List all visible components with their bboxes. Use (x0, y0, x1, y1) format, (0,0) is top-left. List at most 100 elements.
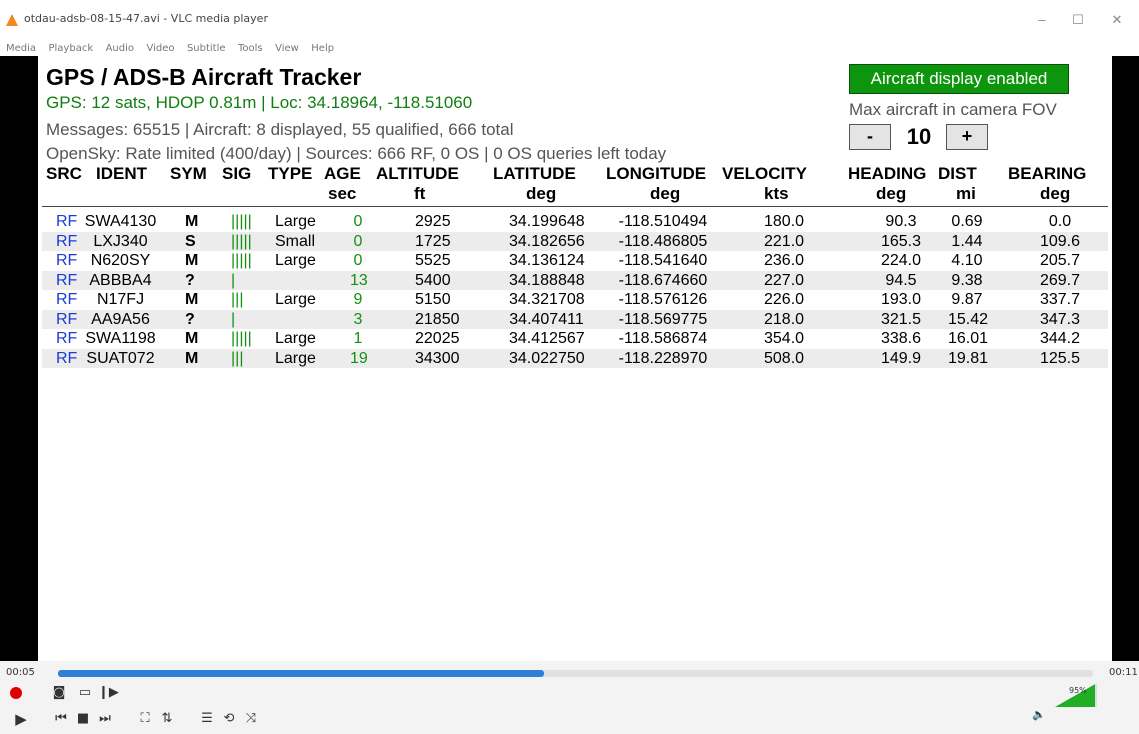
video-frame: GPS / ADS-B Aircraft Tracker GPS: 12 sat… (38, 56, 1112, 661)
loop-icon[interactable]: ⟲ (220, 710, 238, 728)
cell-src: RF (56, 349, 78, 367)
header-src: SRC (46, 164, 82, 183)
opensky-status: OpenSky: Rate limited (400/day) | Source… (46, 144, 667, 163)
cell-longitude: -118.541640 (618, 252, 708, 269)
cell-velocity: 227.0 (764, 271, 805, 289)
cell-sym: ? (185, 310, 195, 328)
minimize-button[interactable]: – (1030, 10, 1054, 30)
fullscreen-icon[interactable]: ⛶ (136, 710, 154, 728)
cell-sym: M (185, 252, 199, 269)
cell-ident: AA9A56 (91, 310, 150, 328)
snapshot-icon[interactable]: ◙ (50, 684, 68, 702)
cell-age: 19 (350, 349, 368, 367)
cell-dist: 15.42 (948, 310, 989, 328)
cell-sig: | (231, 310, 236, 328)
playlist-icon[interactable]: ☰ (198, 710, 216, 728)
messages-status: Messages: 65515 | Aircraft: 8 displayed,… (46, 120, 514, 139)
cell-bearing: 125.5 (1039, 349, 1081, 367)
cell-age: 3 (353, 310, 363, 328)
total-time: 00:11 (1109, 667, 1138, 678)
cell-latitude: 34.321708 (509, 291, 585, 308)
cell-src: RF (56, 252, 78, 269)
cell-dist: 9.87 (951, 291, 983, 308)
cell-type: Small (275, 232, 316, 250)
speaker-icon[interactable]: 🔈 (1030, 706, 1048, 724)
table-row: RF SWA1198 M ||||| Large 1 22025 34.412567 -118.… (42, 329, 1108, 348)
header-sig: SIG (222, 164, 252, 183)
cell-type: Large (275, 291, 316, 308)
table-row: RF SWA4130 M ||||| Large 0 2925 34.199648 -118.5… (42, 212, 1108, 231)
cell-ident: LXJ340 (93, 232, 148, 250)
cell-type: Large (275, 213, 316, 230)
max-fov-label: Max aircraft in camera FOV (849, 100, 1057, 119)
video-area[interactable]: GPS / ADS-B Aircraft Tracker GPS: 12 sat… (0, 56, 1139, 661)
cell-longitude: -118.228970 (618, 349, 708, 367)
cell-sym: M (185, 291, 199, 308)
cell-src: RF (56, 330, 78, 347)
cell-src: RF (56, 310, 78, 328)
increase-max-button: + (946, 124, 988, 150)
cell-bearing: 205.7 (1039, 252, 1081, 269)
close-button[interactable]: ✕ (1105, 10, 1129, 30)
table-row: RF N620SY M ||||| Large 0 5525 34.136124 -118.54… (42, 251, 1108, 270)
cell-latitude: 34.199648 (509, 213, 585, 230)
cell-ident: SUAT072 (86, 349, 155, 367)
record-icon[interactable] (10, 687, 22, 699)
cell-age: 0 (353, 252, 363, 269)
cell-velocity: 236.0 (764, 252, 805, 269)
unit-altitude: ft (414, 184, 426, 203)
cell-latitude: 34.407411 (509, 310, 584, 328)
cell-age: 1 (353, 330, 363, 347)
cell-sym: M (185, 349, 199, 367)
cell-ident: SWA4130 (84, 213, 157, 230)
header-dist: DIST (938, 164, 977, 183)
cell-longitude: -118.586874 (618, 330, 708, 347)
header-longitude: LONGITUDE (606, 164, 707, 183)
window-title-bar: otdau-adsb-08-15-47.avi - VLC media play… (0, 0, 1139, 38)
cell-src: RF (56, 291, 78, 308)
cell-longitude: -118.569775 (618, 310, 708, 328)
cell-bearing: 269.7 (1039, 271, 1081, 289)
cell-altitude: 5525 (415, 252, 451, 269)
cell-bearing: 109.6 (1039, 232, 1081, 250)
header-latitude: LATITUDE (493, 164, 576, 183)
header-altitude: ALTITUDE (376, 164, 459, 183)
cell-dist: 19.81 (948, 349, 989, 367)
cell-altitude: 34300 (415, 349, 460, 367)
loop-ab-icon[interactable]: ▭ (76, 684, 94, 702)
extended-settings-icon[interactable]: ⇅ (158, 710, 176, 728)
unit-heading: deg (876, 184, 907, 203)
cell-velocity: 354.0 (764, 330, 805, 347)
header-bearing: BEARING (1008, 164, 1087, 183)
cell-heading: 338.6 (880, 330, 922, 347)
frame-step-icon[interactable]: ❙▶ (98, 684, 119, 702)
cell-type: Large (275, 349, 316, 367)
cell-bearing: 0.0 (1048, 213, 1072, 230)
table-row: RF LXJ340 S ||||| Small 0 1725 34.182656 -118.48… (42, 231, 1108, 251)
cell-sym: ? (185, 271, 195, 289)
maximize-button[interactable]: ☐ (1066, 10, 1090, 30)
cell-velocity: 180.0 (764, 213, 805, 230)
cell-latitude: 34.412567 (509, 330, 585, 347)
next-icon[interactable]: ⏭ (96, 710, 114, 728)
cell-velocity: 221.0 (764, 232, 805, 250)
cell-latitude: 34.188848 (509, 271, 585, 289)
vlc-cone-icon (6, 14, 18, 26)
previous-icon[interactable]: ⏮ (52, 710, 70, 728)
seek-bar[interactable] (58, 670, 1093, 677)
cell-latitude: 34.136124 (509, 252, 585, 269)
cell-altitude: 2925 (415, 213, 451, 230)
cell-ident: N620SY (90, 252, 151, 269)
cell-latitude: 34.022750 (509, 349, 585, 367)
cell-ident: SWA1198 (85, 330, 156, 347)
cell-ident: ABBBA4 (89, 271, 152, 289)
elapsed-time: 00:05 (6, 667, 35, 678)
cell-heading: 90.3 (885, 213, 917, 230)
cell-age: 13 (350, 271, 368, 289)
cell-heading: 149.9 (880, 349, 922, 367)
cell-sig: ||| (231, 291, 244, 308)
play-icon[interactable]: ▶ (12, 710, 30, 728)
cell-sig: | (231, 271, 236, 289)
stop-icon[interactable]: ■ (74, 710, 92, 728)
shuffle-icon[interactable]: ⤨ (242, 710, 260, 728)
